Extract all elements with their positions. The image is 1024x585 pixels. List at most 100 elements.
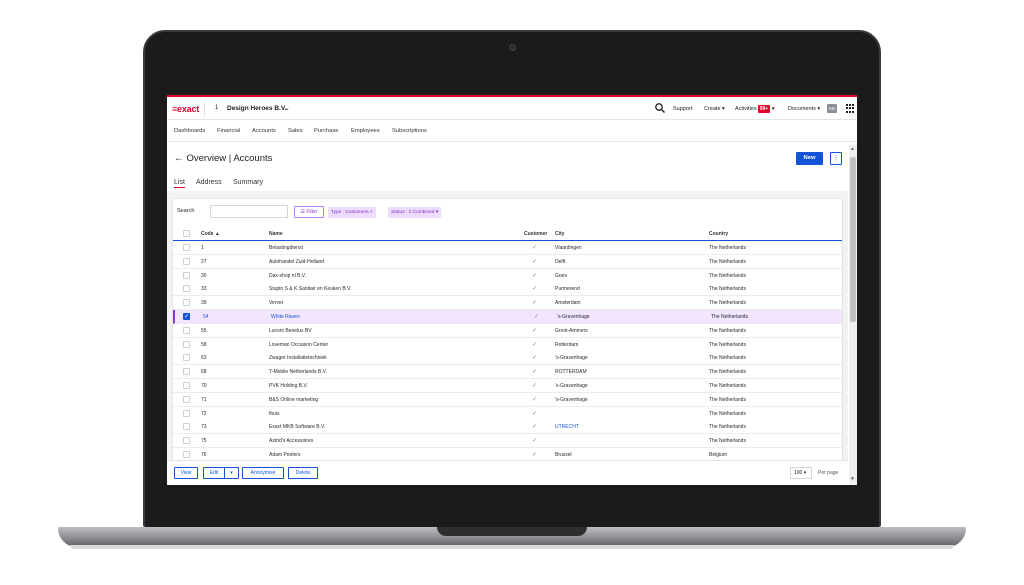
row-checkbox[interactable] <box>183 451 190 458</box>
cell-code[interactable]: 63 <box>201 355 207 361</box>
row-checkbox[interactable] <box>183 395 190 403</box>
cell-name[interactable]: PVK Holding B.V. <box>269 383 308 389</box>
nav-financial[interactable]: Financial <box>217 128 240 134</box>
cell-code[interactable]: 75 <box>201 438 207 444</box>
cell-name[interactable]: Autohandel Zuid-Holland <box>269 259 324 265</box>
table-row[interactable]: 1 Belastingdienst ✓ Vlaardingen The Netherla… <box>173 241 842 255</box>
edit-dropdown-button[interactable]: ▾ <box>224 467 239 479</box>
chevron-down-icon[interactable]: ⌄ <box>284 104 290 112</box>
row-checkbox[interactable] <box>183 299 190 307</box>
tab-address[interactable]: Address <box>196 179 222 186</box>
nav-employees[interactable]: Employees <box>351 128 380 134</box>
row-checkbox[interactable] <box>183 285 190 293</box>
cell-name[interactable]: Verver <box>269 300 283 306</box>
cell-code[interactable]: 68 <box>201 369 207 375</box>
nav-dashboards[interactable]: Dashboards <box>174 128 205 134</box>
table-row[interactable]: 73 Exact MKB Software B.V. ✓ UTRECHT The Net… <box>173 420 842 435</box>
type-filter-chip[interactable]: Type : Customers × <box>328 207 376 218</box>
cell-name[interactable]: Belastingdienst <box>269 245 303 251</box>
row-checkbox[interactable]: ✓ <box>183 313 190 320</box>
row-checkbox[interactable] <box>183 257 190 265</box>
nav-subscriptions[interactable]: Subscriptions <box>392 128 427 134</box>
row-checkbox[interactable] <box>183 409 190 417</box>
table-row[interactable]: 71 B&S Online marketing ✓ 's-Gravenhage The … <box>173 392 842 407</box>
cell-code[interactable]: 30 <box>201 273 207 279</box>
table-row[interactable]: 68 T-Mobile Netherlands B.V. ✓ ROTTERDAM The… <box>173 365 842 380</box>
cell-name[interactable]: T-Mobile Netherlands B.V. <box>269 369 327 375</box>
back-arrow-icon[interactable]: ← <box>174 153 184 164</box>
cell-name[interactable]: Stupin S & K Sanitair en Keuken B.V. <box>269 286 351 292</box>
table-row[interactable]: 39 Verver ✓ Amsterdam The Netherlands <box>173 296 842 311</box>
column-city[interactable]: City <box>555 231 564 237</box>
company-switcher[interactable]: Design Heroes B.V. <box>227 105 286 112</box>
table-row[interactable]: 27 Autohandel Zuid-Holland ✓ Delft The Nethe… <box>173 254 842 269</box>
scrollbar[interactable]: ▲ ▼ <box>849 145 857 485</box>
tab-list[interactable]: List <box>174 179 185 188</box>
scroll-down-icon[interactable]: ▼ <box>850 476 855 482</box>
cell-code[interactable]: 76 <box>201 452 207 458</box>
status-filter-chip[interactable]: Status : 2 Combined ▾ <box>388 207 442 218</box>
delete-button[interactable]: Delete <box>288 467 318 479</box>
table-row[interactable]: 33 Stupin S & K Sanitair en Keuken B.V. ✓ P… <box>173 282 842 297</box>
table-row[interactable]: 75 Astrid's Accessoires ✓ The Netherlands <box>173 434 842 449</box>
cell-code[interactable]: 58 <box>201 342 207 348</box>
support-link[interactable]: Support <box>673 106 692 112</box>
column-country[interactable]: Country <box>709 231 728 237</box>
cell-code[interactable]: 54 <box>203 314 209 320</box>
new-button[interactable]: New <box>796 152 823 165</box>
cell-name[interactable]: White Raven <box>271 314 300 320</box>
table-row[interactable]: 72 thuis ✓ The Netherlands <box>173 406 842 421</box>
cell-code[interactable]: 33 <box>201 286 207 292</box>
page-size-select[interactable]: 100 ▾ <box>790 467 812 479</box>
scroll-up-icon[interactable]: ▲ <box>850 146 855 152</box>
scrollbar-thumb[interactable] <box>850 157 856 322</box>
documents-menu[interactable]: Documents ▾ <box>788 106 820 112</box>
cell-name[interactable]: Zwager Installatietechniek <box>269 355 327 361</box>
row-checkbox[interactable] <box>183 326 190 334</box>
row-checkbox[interactable] <box>183 244 190 251</box>
cell-code[interactable]: 39 <box>201 300 207 306</box>
cell-name[interactable]: Loveman Occasion Center <box>269 342 328 348</box>
cell-code[interactable]: 72 <box>201 411 207 417</box>
cell-code[interactable]: 27 <box>201 259 207 265</box>
nav-accounts[interactable]: Accounts <box>252 128 276 134</box>
select-all-checkbox[interactable] <box>183 230 190 237</box>
filter-button[interactable]: ☰ Filter <box>294 206 324 218</box>
cell-name[interactable]: B&S Online marketing <box>269 397 318 403</box>
nav-purchase[interactable]: Purchase <box>314 128 339 134</box>
cell-name[interactable]: Dax-shop nl B.V. <box>269 273 306 279</box>
table-row[interactable]: 58 Loveman Occasion Center ✓ Rotterdam The N… <box>173 337 842 352</box>
table-row[interactable]: 30 Dax-shop nl B.V. ✓ Goes The Netherlands <box>173 268 842 283</box>
column-customer[interactable]: Customer <box>524 231 547 237</box>
row-checkbox[interactable] <box>183 368 190 376</box>
row-checkbox[interactable] <box>183 423 190 431</box>
cell-code[interactable]: 71 <box>201 397 207 403</box>
table-row[interactable]: 70 PVK Holding B.V. ✓ 's-Gravenhage The Neth… <box>173 379 842 393</box>
more-options-button[interactable]: ⋮ <box>830 152 842 165</box>
row-checkbox[interactable] <box>183 437 190 445</box>
cell-code[interactable]: 55 <box>201 328 207 334</box>
cell-name[interactable]: Adam Poolers <box>269 452 300 458</box>
create-menu[interactable]: Create ▾ <box>704 106 725 112</box>
view-button[interactable]: View <box>174 467 198 479</box>
cell-code[interactable]: 70 <box>201 383 207 389</box>
apps-grid-icon[interactable] <box>846 104 855 113</box>
cell-name[interactable]: Lucom Benelux BV <box>269 328 312 334</box>
row-checkbox[interactable] <box>183 354 190 362</box>
nav-sales[interactable]: Sales <box>288 128 303 134</box>
row-checkbox[interactable] <box>183 340 190 348</box>
table-row[interactable]: 55 Lucom Benelux BV ✓ Groot-Ammers The Nethe… <box>173 323 842 338</box>
column-name[interactable]: Name <box>269 231 283 237</box>
cell-code[interactable]: 1 <box>201 245 204 251</box>
avatar[interactable]: KB <box>827 104 837 113</box>
edit-button[interactable]: Edit <box>203 467 225 479</box>
search-icon[interactable] <box>654 102 666 114</box>
cell-name[interactable]: Astrid's Accessoires <box>269 438 313 444</box>
cell-name[interactable]: Exact MKB Software B.V. <box>269 424 325 430</box>
cell-name[interactable]: thuis <box>269 411 280 417</box>
activities-menu[interactable]: Activities 99+ ▾ <box>735 105 774 113</box>
search-input[interactable] <box>210 205 288 218</box>
row-checkbox[interactable] <box>183 271 190 279</box>
anonymise-button[interactable]: Anonymise <box>242 467 284 479</box>
cell-code[interactable]: 73 <box>201 424 207 430</box>
